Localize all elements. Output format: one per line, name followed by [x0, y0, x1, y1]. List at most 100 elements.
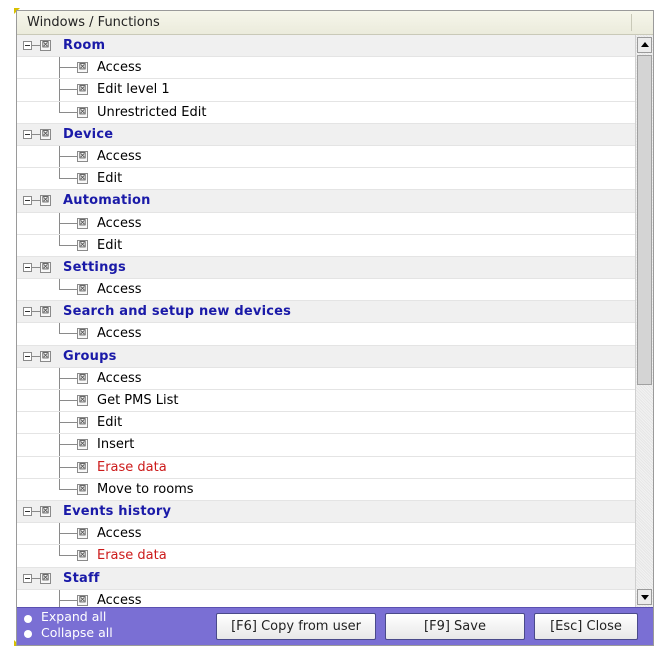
- tree-group-row[interactable]: ⊠ Staff: [17, 567, 635, 590]
- permission-label: Edit: [97, 171, 123, 187]
- collapse-toggle-icon[interactable]: [23, 129, 32, 139]
- group-label: Staff: [63, 570, 100, 586]
- permission-label: Access: [97, 215, 142, 231]
- permission-checkbox[interactable]: ⊠: [40, 195, 51, 207]
- permission-checkbox[interactable]: ⊠: [77, 483, 88, 495]
- tree-child-row[interactable]: ⊠ Edit: [17, 234, 635, 257]
- permission-checkbox[interactable]: ⊠: [77, 528, 88, 540]
- tree-connector: [32, 45, 40, 46]
- tree-child-row[interactable]: ⊠ Access: [17, 523, 635, 546]
- collapse-toggle-icon[interactable]: [23, 506, 32, 516]
- scroll-thumb[interactable]: [637, 55, 652, 385]
- permission-label: Access: [97, 592, 142, 607]
- vertical-scrollbar[interactable]: [635, 35, 653, 607]
- permission-checkbox[interactable]: ⊠: [77, 106, 88, 118]
- tree-connector: [32, 200, 40, 202]
- permission-checkbox[interactable]: ⊠: [77, 84, 88, 96]
- tree-group-row[interactable]: ⊠ Search and setup new devices: [17, 301, 635, 324]
- permission-checkbox[interactable]: ⊠: [77, 328, 88, 340]
- tree-connector: [59, 466, 77, 468]
- permission-label: Erase data: [97, 548, 167, 564]
- tree-connector: [32, 355, 40, 357]
- permission-checkbox[interactable]: ⊠: [40, 128, 51, 140]
- arrow-down-icon: [641, 595, 649, 600]
- tree-group-row[interactable]: ⊠ Automation: [17, 190, 635, 213]
- permission-checkbox[interactable]: ⊠: [40, 572, 51, 584]
- expand-all-radio[interactable]: [24, 615, 32, 623]
- scroll-up-button[interactable]: [637, 37, 652, 53]
- permission-checkbox[interactable]: ⊠: [40, 40, 51, 51]
- footer-bar: Expand all Collapse all [F6] Copy from u…: [17, 607, 653, 645]
- tree-child-row[interactable]: ⊠ Access: [17, 589, 635, 607]
- copy-from-user-button[interactable]: [F6] Copy from user: [216, 613, 376, 640]
- collapse-toggle-icon[interactable]: [23, 262, 32, 272]
- permission-checkbox[interactable]: ⊠: [40, 261, 51, 273]
- permission-checkbox[interactable]: ⊠: [77, 439, 88, 451]
- permission-checkbox[interactable]: ⊠: [77, 239, 88, 251]
- close-button[interactable]: [Esc] Close: [534, 613, 638, 640]
- tree-connector: [32, 311, 40, 313]
- tree-connector: [59, 533, 77, 535]
- permission-checkbox[interactable]: ⊠: [77, 62, 88, 74]
- tree-group-row[interactable]: ⊠ Groups: [17, 345, 635, 368]
- collapse-toggle-icon[interactable]: [23, 573, 32, 583]
- permission-checkbox[interactable]: ⊠: [77, 395, 88, 406]
- permission-label: Erase data: [97, 459, 167, 475]
- tree-child-row[interactable]: ⊠ Erase data: [17, 456, 635, 479]
- collapse-toggle-icon[interactable]: [23, 351, 32, 361]
- group-label: Room: [63, 38, 106, 53]
- tree-child-row[interactable]: ⊠ Access: [17, 145, 635, 169]
- permission-checkbox[interactable]: ⊠: [77, 150, 88, 162]
- permission-label: Get PMS List: [97, 393, 179, 408]
- tree-child-row[interactable]: ⊠ Access: [17, 323, 635, 346]
- permission-checkbox[interactable]: ⊠: [77, 284, 88, 296]
- permissions-window: Windows / Functions ⊠ Room ⊠ Access ⊠ Edit le…: [16, 10, 654, 646]
- tree-group-row[interactable]: ⊠ Room: [17, 35, 635, 58]
- tree-connector: [59, 222, 77, 224]
- tree-child-row[interactable]: ⊠ Access: [17, 279, 635, 302]
- tree-connector: [32, 133, 40, 135]
- permission-checkbox[interactable]: ⊠: [40, 306, 51, 318]
- permission-checkbox[interactable]: ⊠: [77, 461, 88, 473]
- collapse-toggle-icon[interactable]: [23, 307, 32, 317]
- permission-checkbox[interactable]: ⊠: [77, 372, 88, 384]
- permission-checkbox[interactable]: ⊠: [77, 594, 88, 606]
- tree-connector: [59, 589, 60, 607]
- tree-child-row[interactable]: ⊠ Edit: [17, 168, 635, 191]
- permission-label: Access: [97, 282, 142, 298]
- tree-connector: [59, 111, 77, 113]
- tree-child-row[interactable]: ⊠ Edit level 1: [17, 79, 635, 102]
- collapse-toggle-icon[interactable]: [23, 196, 32, 206]
- expand-all-label[interactable]: Expand all: [41, 609, 106, 624]
- tree-child-row[interactable]: ⊠ Get PMS List: [17, 390, 635, 413]
- tree-group-row[interactable]: ⊠ Device: [17, 123, 635, 146]
- tree-child-row[interactable]: ⊠ Access: [17, 212, 635, 235]
- tree-child-row[interactable]: ⊠ Erase data: [17, 545, 635, 568]
- permission-checkbox[interactable]: ⊠: [40, 350, 51, 362]
- tree-connector: [59, 377, 77, 379]
- tree-group-row[interactable]: ⊠ Events history: [17, 500, 635, 524]
- collapse-toggle-icon[interactable]: [23, 41, 32, 50]
- permission-label: Insert: [97, 437, 135, 453]
- tree-child-row[interactable]: ⊠ Unrestricted Edit: [17, 101, 635, 124]
- permission-checkbox[interactable]: ⊠: [77, 417, 88, 429]
- group-label: Search and setup new devices: [63, 304, 292, 320]
- scroll-down-button[interactable]: [637, 589, 652, 605]
- tree-child-row[interactable]: ⊠ Edit: [17, 412, 635, 435]
- save-button[interactable]: [F9] Save: [385, 613, 525, 640]
- permission-label: Access: [97, 370, 142, 386]
- group-label: Automation: [63, 193, 151, 209]
- permission-checkbox[interactable]: ⊠: [77, 173, 88, 185]
- tree-connector: [59, 422, 77, 424]
- tree-connector: [32, 577, 40, 579]
- tree-child-row[interactable]: ⊠ Move to rooms: [17, 478, 635, 501]
- permission-checkbox[interactable]: ⊠: [77, 550, 88, 562]
- collapse-all-label[interactable]: Collapse all: [41, 625, 113, 640]
- tree-child-row[interactable]: ⊠ Insert: [17, 434, 635, 457]
- permission-checkbox[interactable]: ⊠: [77, 217, 88, 229]
- collapse-all-radio[interactable]: [24, 630, 32, 638]
- tree-group-row[interactable]: ⊠ Settings: [17, 256, 635, 280]
- tree-child-row[interactable]: ⊠ Access: [17, 367, 635, 390]
- tree-child-row[interactable]: ⊠ Access: [17, 57, 635, 80]
- permission-checkbox[interactable]: ⊠: [40, 505, 51, 517]
